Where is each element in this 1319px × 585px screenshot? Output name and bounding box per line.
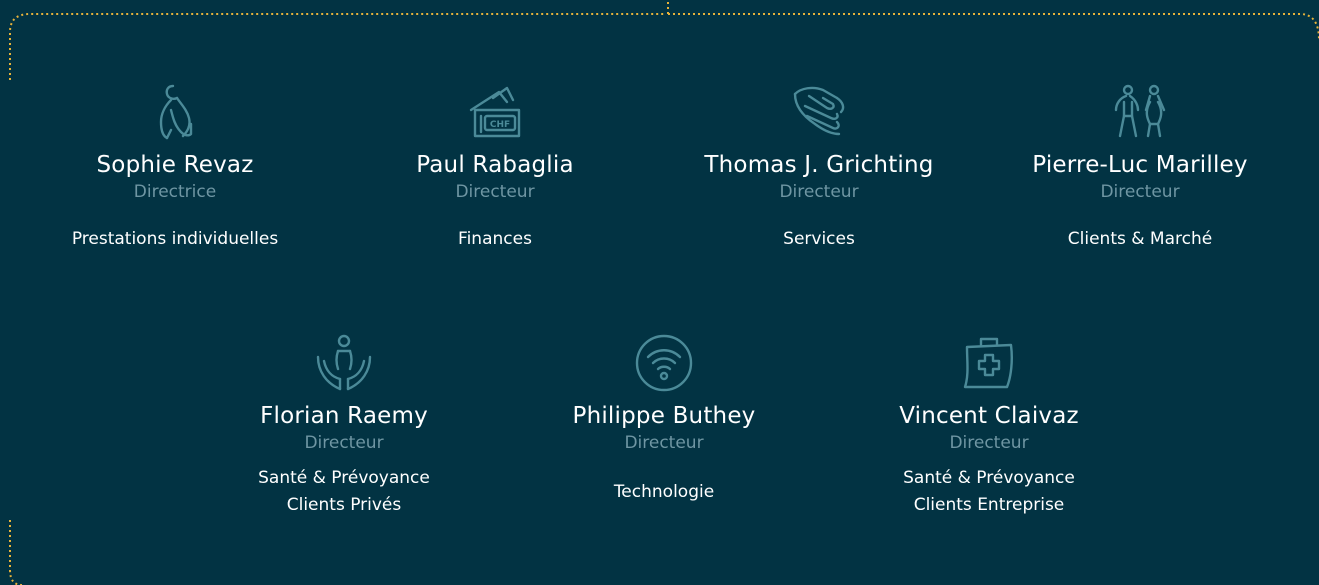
medical-kit-icon [957, 331, 1021, 395]
member-role: Directeur [779, 182, 859, 202]
member-role: Directeur [1100, 182, 1180, 202]
member-role: Directeur [624, 433, 704, 453]
member-name: Pierre-Luc Marilley [1032, 152, 1248, 178]
team-member-card: Vincent Claivaz Directeur Santé & Prévoy… [829, 331, 1149, 519]
member-department: Prestations individuelles [71, 229, 279, 249]
wifi-icon [632, 331, 696, 395]
member-role: Directrice [133, 182, 217, 202]
member-name: Florian Raemy [260, 403, 428, 429]
member-department: Services [783, 229, 855, 249]
helping-hands-icon [787, 80, 851, 144]
people-walking-icon [1108, 80, 1172, 144]
member-role: Directeur [455, 182, 535, 202]
management-team-section: Sophie Revaz Directrice Prestations indi… [0, 0, 1319, 585]
member-name: Vincent Claivaz [899, 403, 1079, 429]
team-member-card: Florian Raemy Directeur Santé & Prévoyan… [184, 331, 504, 519]
team-member-card: Philippe Buthey Directeur Technologie [504, 331, 824, 506]
member-name: Thomas J. Grichting [704, 152, 934, 178]
team-member-card: CHF Paul Rabaglia Directeur Finances [335, 80, 655, 253]
person-pregnant-icon [143, 80, 207, 144]
member-role: Directeur [304, 433, 384, 453]
member-name: Philippe Buthey [572, 403, 756, 429]
member-role: Directeur [949, 433, 1029, 453]
team-member-card: Thomas J. Grichting Directeur Services [659, 80, 979, 253]
member-department: Finances [458, 229, 532, 249]
member-name: Sophie Revaz [96, 152, 254, 178]
member-name: Paul Rabaglia [416, 152, 574, 178]
member-department: Clients & Marché [1067, 229, 1213, 249]
member-department: Technologie [613, 482, 715, 502]
member-department: Santé & Prévoyance Clients Entreprise [903, 468, 1075, 515]
team-member-card: Pierre-Luc Marilley Directeur Clients & … [980, 80, 1300, 253]
chf-wallet-icon: CHF [463, 80, 527, 144]
team-member-card: Sophie Revaz Directrice Prestations indi… [15, 80, 335, 253]
svg-text:CHF: CHF [490, 120, 510, 130]
person-cared-hands-icon [312, 331, 376, 395]
member-department: Santé & Prévoyance Clients Privés [258, 468, 430, 515]
